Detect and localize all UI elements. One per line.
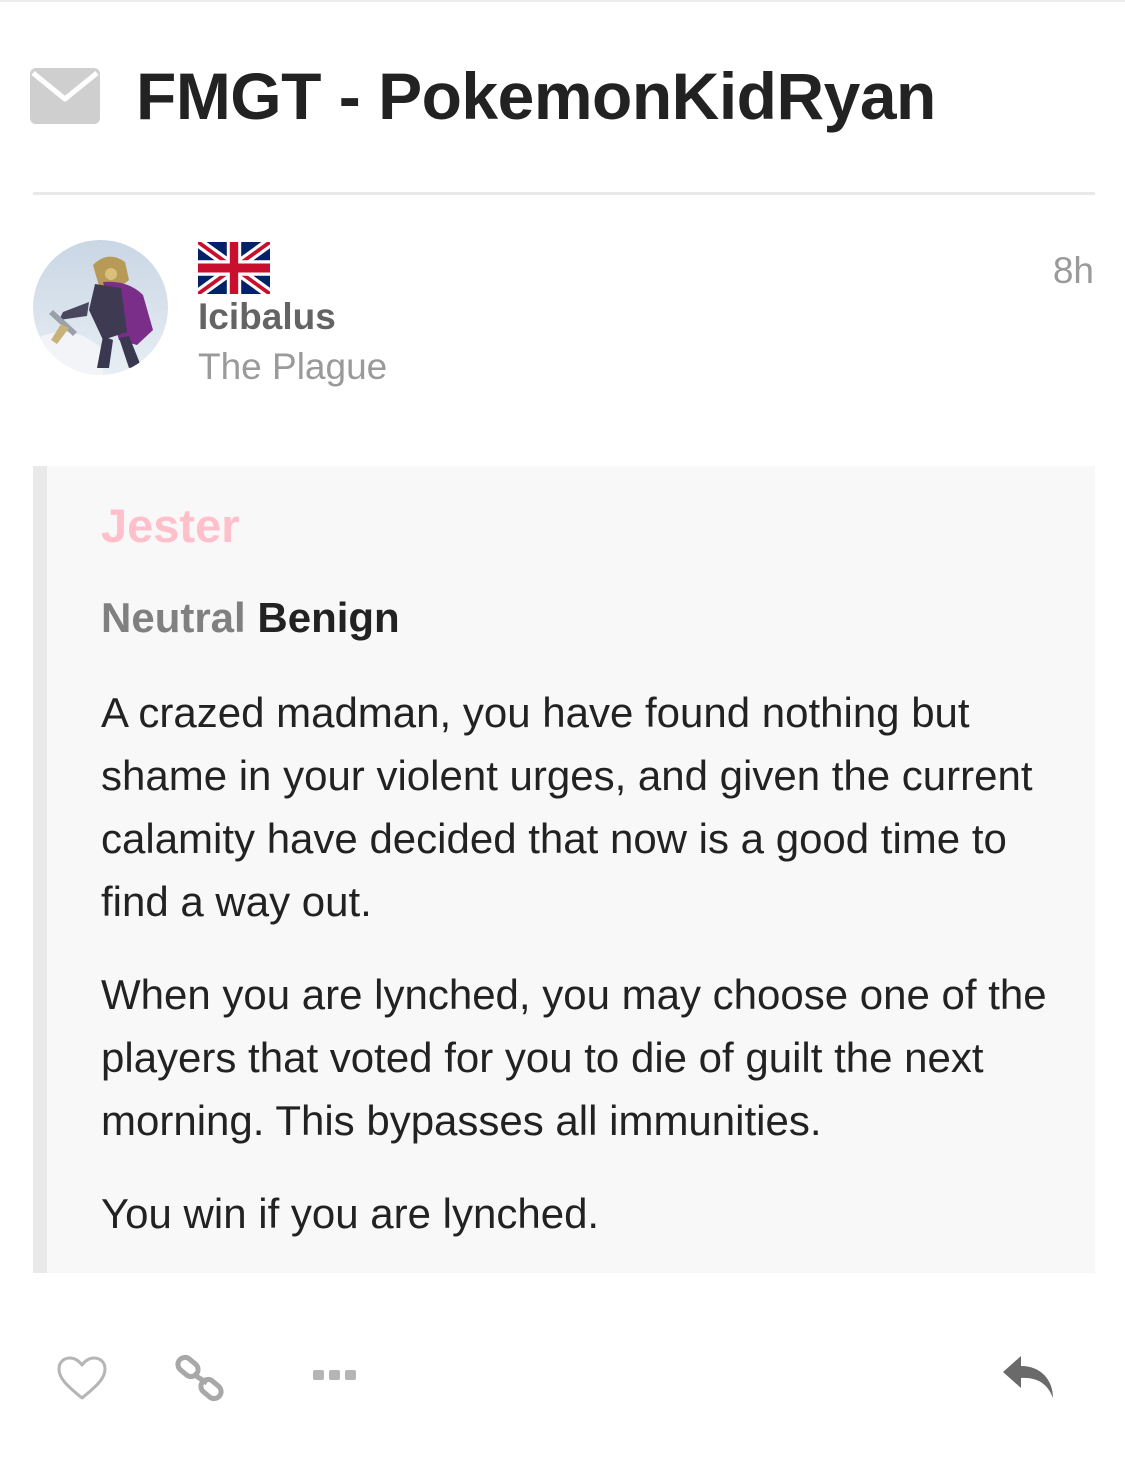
header-divider bbox=[33, 192, 1095, 195]
more-options-button[interactable] bbox=[308, 1360, 362, 1390]
username[interactable]: Icibalus bbox=[198, 296, 336, 338]
post-quote-block: Jester Neutral Benign A crazed madman, y… bbox=[33, 466, 1095, 1273]
post-timestamp[interactable]: 8h bbox=[1053, 250, 1094, 292]
heart-icon bbox=[57, 1356, 107, 1400]
ellipsis-icon bbox=[313, 1370, 356, 1380]
envelope-icon bbox=[30, 68, 100, 124]
role-win-condition-paragraph: You win if you are lynched. bbox=[101, 1190, 600, 1237]
link-icon bbox=[175, 1354, 224, 1402]
reply-button[interactable] bbox=[998, 1348, 1060, 1408]
user-title: The Plague bbox=[198, 346, 388, 387]
topic-header: FMGT - PokemonKidRyan bbox=[30, 56, 936, 136]
top-divider bbox=[0, 0, 1125, 2]
avatar[interactable] bbox=[33, 240, 168, 375]
like-button[interactable] bbox=[52, 1350, 112, 1406]
post-actions bbox=[0, 1340, 1125, 1420]
role-description-paragraph: A crazed madman, you have found nothing … bbox=[101, 689, 1033, 925]
share-link-button[interactable] bbox=[170, 1348, 230, 1408]
role-alignment: Neutral Benign bbox=[101, 594, 400, 642]
alignment-faction: Neutral bbox=[101, 594, 246, 641]
united-kingdom-flag-icon bbox=[198, 242, 270, 294]
reply-icon bbox=[1003, 1356, 1053, 1398]
post-view: FMGT - PokemonKidRyan Icibalus The Plagu… bbox=[0, 0, 1125, 1468]
role-ability-paragraph: When you are lynched, you may choose one… bbox=[101, 971, 1047, 1144]
role-name: Jester bbox=[101, 499, 240, 552]
topic-title[interactable]: FMGT - PokemonKidRyan bbox=[136, 58, 936, 134]
alignment-type: Benign bbox=[257, 594, 400, 641]
